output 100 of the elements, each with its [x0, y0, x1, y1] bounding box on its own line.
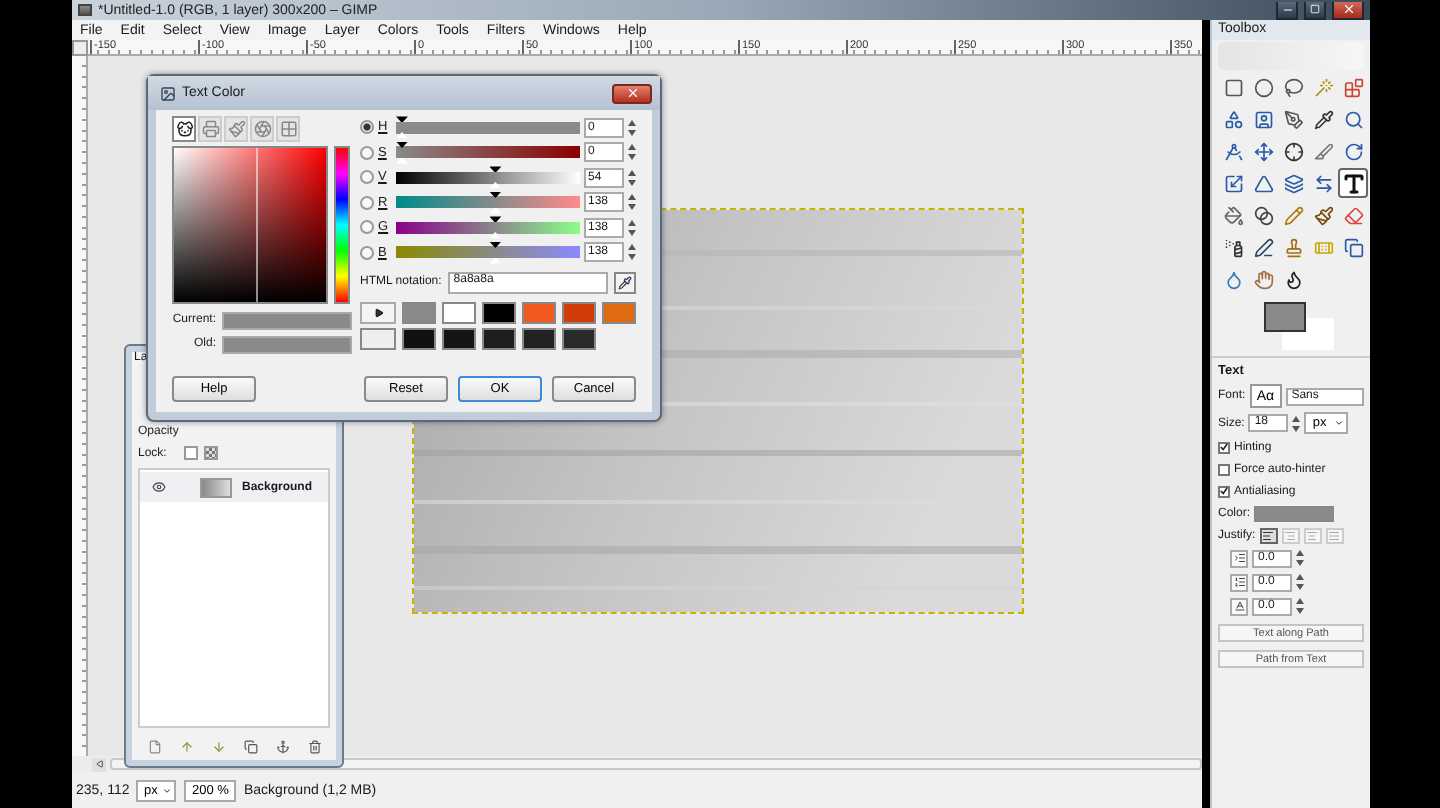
- close-icon: [1341, 2, 1355, 16]
- flip-icon: [1313, 173, 1333, 193]
- layers-icon: [1283, 173, 1303, 193]
- checkerboard-icon[interactable]: [204, 446, 218, 460]
- radio-button[interactable]: [360, 245, 374, 260]
- history-add-button[interactable]: [360, 302, 396, 324]
- stamp-icon: [1283, 237, 1303, 257]
- blade-icon: [1313, 141, 1333, 161]
- spin-arrows-icon[interactable]: [1296, 596, 1304, 616]
- channel-slider[interactable]: [396, 191, 580, 214]
- color-field[interactable]: [172, 146, 328, 304]
- channel-slider[interactable]: [396, 166, 580, 189]
- spin-arrows-icon[interactable]: [628, 192, 636, 213]
- slider-thumb[interactable]: [396, 116, 408, 139]
- triangle-icon: [1253, 173, 1273, 193]
- duplicate-icon[interactable]: [243, 739, 257, 753]
- slider-thumb[interactable]: [489, 166, 502, 189]
- color-history-swatch[interactable]: [522, 302, 556, 324]
- color-history-swatch[interactable]: [442, 328, 476, 350]
- spin-arrows-icon[interactable]: [628, 217, 636, 238]
- color-swatches[interactable]: [1264, 302, 1334, 350]
- color-picker-button[interactable]: [614, 271, 636, 293]
- eraser-icon: [1343, 205, 1363, 225]
- spin-arrows-icon[interactable]: [628, 167, 636, 188]
- circle-icon: [1253, 77, 1273, 97]
- shapes-icon: [1223, 109, 1243, 129]
- color-history-swatch[interactable]: [522, 328, 556, 350]
- spin-arrows-icon[interactable]: [628, 142, 636, 163]
- aperture-icon: [253, 120, 271, 138]
- color-history-swatch[interactable]: [562, 302, 596, 324]
- maximize-button[interactable]: [1304, 1, 1326, 19]
- wand-icon: [1313, 77, 1333, 97]
- color-history-swatch[interactable]: [442, 302, 476, 324]
- color-history-swatch[interactable]: [360, 328, 396, 350]
- color-history-swatch[interactable]: [482, 302, 516, 324]
- color-history-swatch[interactable]: [402, 328, 436, 350]
- radio-button[interactable]: [360, 145, 374, 160]
- pipette-icon: [1313, 109, 1333, 129]
- close-button[interactable]: [612, 83, 652, 103]
- hand-icon: [1253, 269, 1273, 289]
- app-icon: [78, 4, 92, 16]
- dialog-icon: [160, 85, 176, 101]
- type-icon: [1341, 171, 1365, 195]
- color-history-swatch[interactable]: [562, 328, 596, 350]
- line-spacing-icon: [1230, 573, 1248, 591]
- radio-button[interactable]: [360, 195, 374, 210]
- spin-arrows-icon[interactable]: [628, 242, 636, 263]
- color-history-swatch[interactable]: [402, 302, 436, 324]
- justify-button[interactable]: [1259, 527, 1278, 543]
- selector-tab[interactable]: [172, 116, 196, 142]
- printer-icon: [201, 120, 219, 138]
- checkbox[interactable]: [1218, 485, 1230, 497]
- channel-slider[interactable]: [396, 241, 580, 264]
- pencil-icon: [1283, 205, 1303, 225]
- square-icon: [1310, 4, 1320, 14]
- new-layer-icon[interactable]: [147, 739, 161, 753]
- channel-slider[interactable]: [396, 216, 580, 239]
- checkbox[interactable]: [1218, 463, 1230, 475]
- radio-button[interactable]: [360, 220, 374, 235]
- magnifier-icon: [1343, 109, 1363, 129]
- spin-arrows-icon[interactable]: [1292, 413, 1301, 433]
- close-button[interactable]: [1332, 1, 1364, 19]
- lock-checkbox[interactable]: [184, 446, 198, 460]
- color-button[interactable]: [1254, 505, 1335, 521]
- copy-icon: [1343, 237, 1363, 257]
- droplet-icon: [1223, 269, 1243, 289]
- delete-icon[interactable]: [307, 739, 321, 753]
- compass-icon: [1223, 141, 1243, 161]
- color-history-swatch[interactable]: [602, 302, 636, 324]
- slider-thumb[interactable]: [489, 191, 502, 214]
- radio-button[interactable]: [360, 170, 374, 185]
- color-history-swatch[interactable]: [482, 328, 516, 350]
- play-icon: [373, 308, 383, 318]
- user-square-icon: [1253, 109, 1273, 129]
- checkbox[interactable]: [1218, 441, 1230, 453]
- channel-slider[interactable]: [396, 141, 580, 164]
- spin-arrows-icon[interactable]: [1296, 572, 1304, 592]
- lower-icon[interactable]: [211, 739, 225, 753]
- move-icon: [1253, 141, 1273, 161]
- spin-arrows-icon[interactable]: [628, 117, 636, 138]
- dog-icon: [175, 120, 193, 138]
- flame-icon: [1283, 269, 1303, 289]
- slider-thumb[interactable]: [489, 216, 502, 239]
- paintbrush-icon: [227, 120, 245, 138]
- tool-button[interactable]: [1338, 168, 1368, 198]
- eye-icon[interactable]: [152, 480, 166, 494]
- minimize-button[interactable]: [1276, 1, 1298, 19]
- raise-icon[interactable]: [179, 739, 193, 753]
- blend-icon: [1253, 205, 1273, 225]
- channel-slider[interactable]: [396, 116, 580, 139]
- slider-thumb[interactable]: [396, 141, 408, 164]
- letter-spacing-icon: [1230, 597, 1248, 615]
- slider-thumb[interactable]: [489, 241, 502, 264]
- scroll-left-button[interactable]: [92, 757, 106, 771]
- spin-arrows-icon[interactable]: [1296, 548, 1304, 568]
- close-icon: [625, 86, 639, 100]
- hue-strip[interactable]: [334, 146, 350, 304]
- anchor-icon[interactable]: [275, 739, 289, 753]
- radio-button[interactable]: [360, 120, 374, 135]
- pen-icon: [1253, 237, 1273, 257]
